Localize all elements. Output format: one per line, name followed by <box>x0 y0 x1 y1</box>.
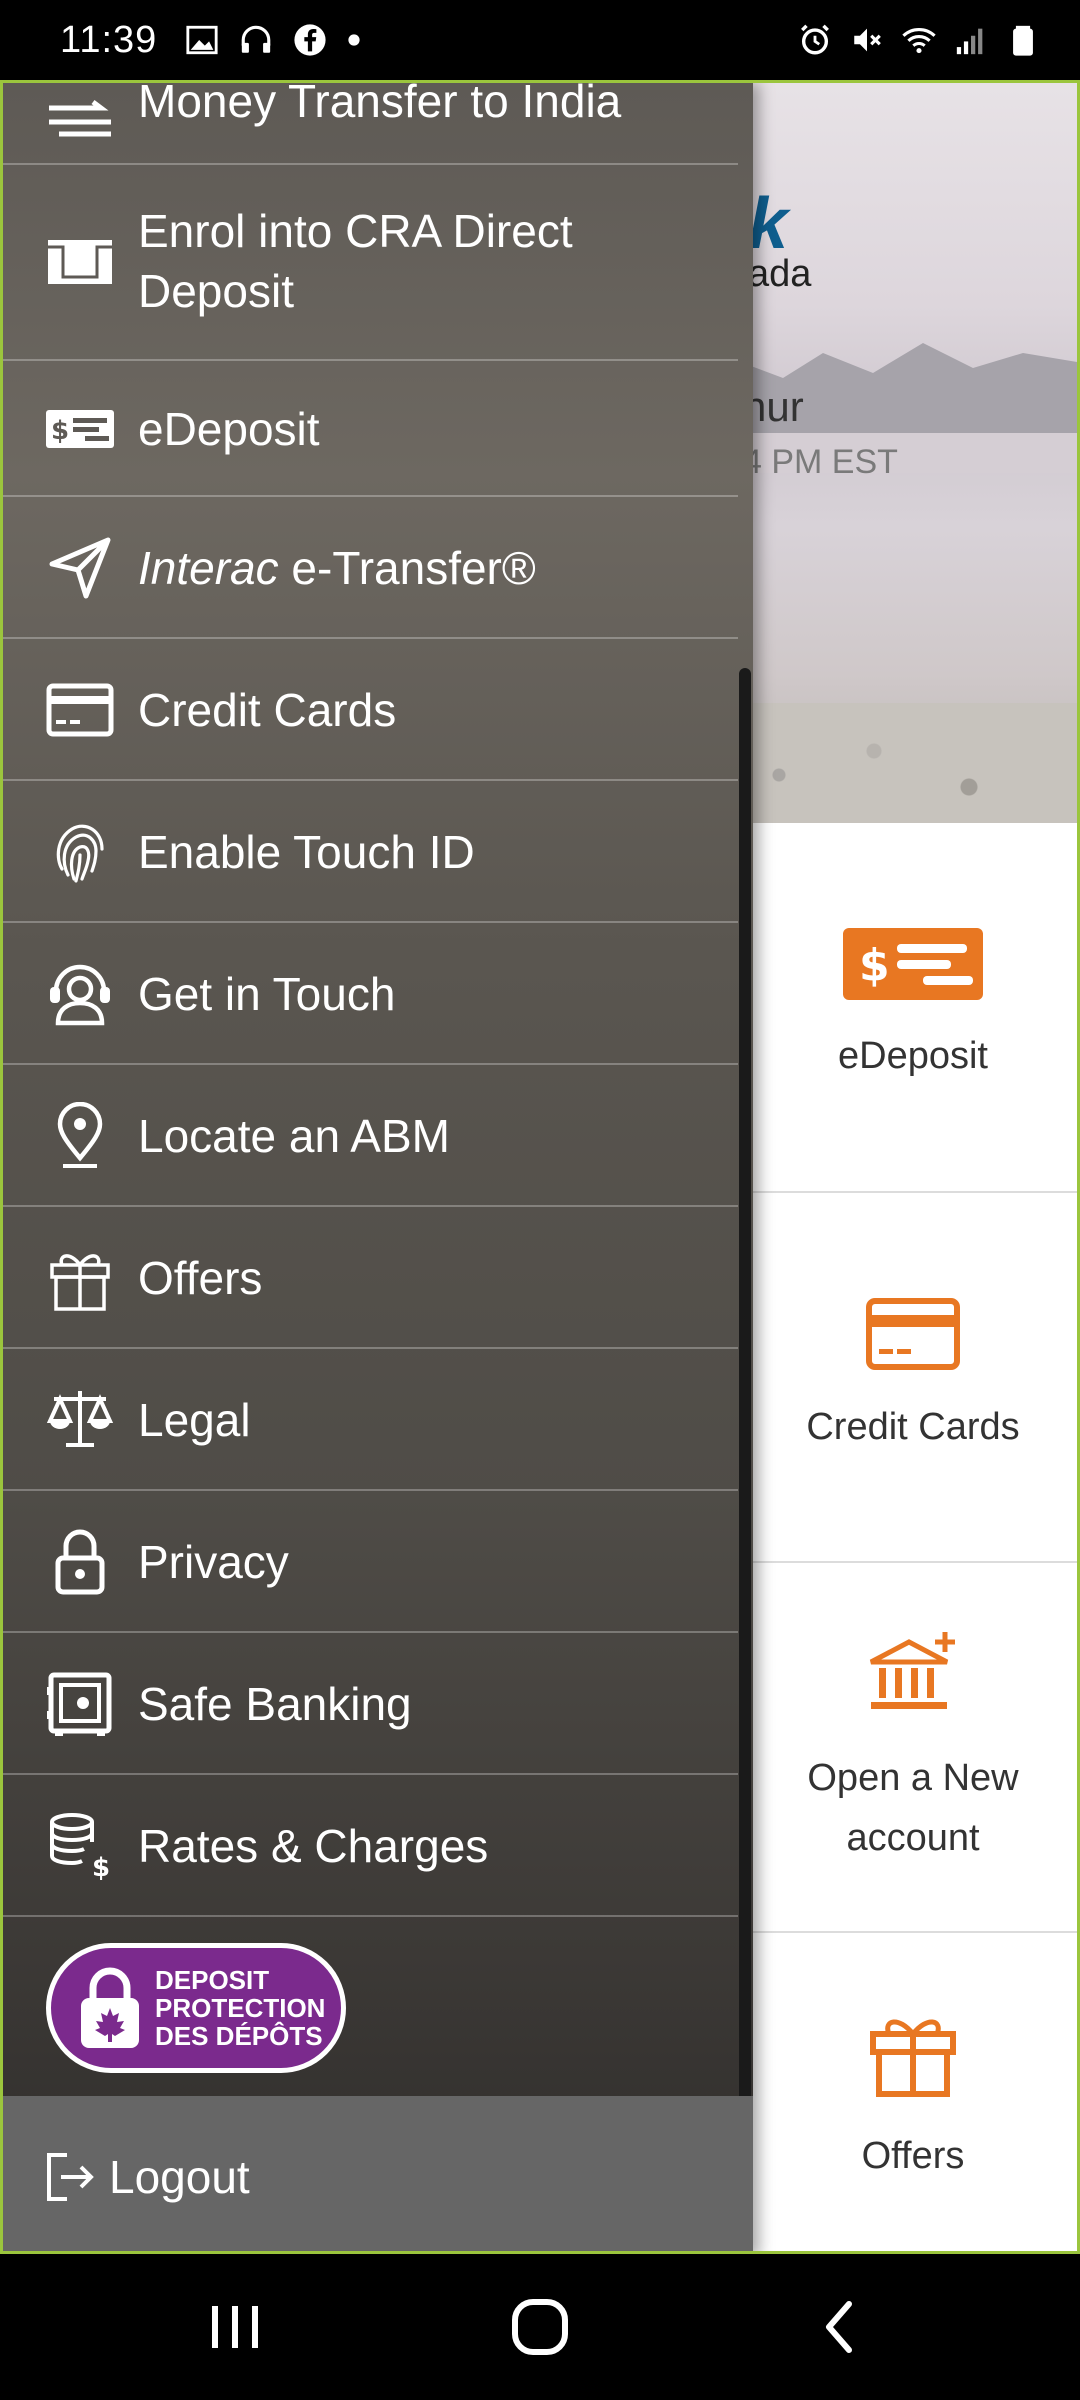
headphones-icon <box>241 25 271 53</box>
menu-item-enable-touch-id[interactable]: Enable Touch ID <box>3 781 738 923</box>
credit-card-icon <box>46 683 114 737</box>
menu-label: eDeposit <box>138 403 320 455</box>
svg-text:$: $ <box>92 1853 110 1880</box>
menu-item-credit-cards[interactable]: Credit Cards <box>3 639 738 781</box>
last-login-time: 4 PM EST <box>743 443 898 481</box>
menu-label: Money Transfer to India <box>138 80 622 127</box>
menu-item-offers[interactable]: Offers <box>3 1207 738 1349</box>
badge-line2: PROTECTION <box>155 1993 326 2023</box>
status-bar: 11:39 <box>0 0 1080 80</box>
tile-label: Offers <box>861 2135 965 2177</box>
menu-label: Safe Banking <box>138 1678 412 1730</box>
pebbles-shore <box>703 703 1077 823</box>
menu-item-legal[interactable]: Legal <box>3 1349 738 1491</box>
logout-label: Logout <box>109 2150 250 2203</box>
menu-label: Offers <box>138 1252 263 1304</box>
tile-label: Credit Cards <box>806 1406 1020 1448</box>
badge-line1: DEPOSIT <box>155 1965 270 1995</box>
signal-icon <box>956 28 983 55</box>
logout-button[interactable]: Logout <box>3 2096 753 2251</box>
tile-label: eDeposit <box>838 1035 988 1077</box>
menu-label: Credit Cards <box>138 684 397 736</box>
drawer-scrollbar[interactable] <box>739 668 751 2180</box>
menu-label: Enrol into CRA Direct Deposit <box>138 205 573 317</box>
menu-item-locate-abm[interactable]: Locate an ABM <box>3 1065 738 1207</box>
facebook-icon <box>294 24 326 56</box>
tile-open-account[interactable]: Open a New account <box>743 1563 1077 1933</box>
gift-icon <box>50 1254 110 1311</box>
menu-item-get-in-touch[interactable]: Get in Touch <box>3 923 738 1065</box>
scales-icon <box>46 1391 114 1447</box>
transfer-arrows-icon <box>49 100 111 137</box>
cheque-icon: $ <box>46 410 114 448</box>
menu-item-edeposit[interactable]: $ eDeposit <box>3 361 738 497</box>
maple-leaf-lock-icon <box>81 1967 139 2048</box>
menu-item-interac-etransfer[interactable]: Interac e-Transfer® <box>3 497 738 639</box>
wifi-icon <box>902 28 936 54</box>
credit-card-icon <box>866 1298 960 1370</box>
badge-line3: DES DÉPÔTS <box>155 2021 323 2051</box>
send-icon <box>49 537 111 599</box>
menu-item-privacy[interactable]: Privacy <box>3 1491 738 1633</box>
safe-icon <box>47 1672 112 1736</box>
menu-label: Rates & Charges <box>138 1820 489 1872</box>
menu-item-rates-charges[interactable]: $ Rates & Charges <box>3 1775 738 1917</box>
etransfer-label: e-Transfer® <box>278 542 536 594</box>
interac-label: Interac <box>138 542 279 594</box>
gift-icon <box>870 2019 956 2097</box>
tile-edeposit[interactable]: $ eDeposit <box>743 823 1077 1193</box>
recent-apps-icon[interactable] <box>200 2292 270 2362</box>
notification-dot-icon <box>348 34 360 46</box>
tile-label: Open a New account <box>807 1757 1019 1859</box>
gallery-icon <box>186 25 218 55</box>
menu-label: Locate an ABM <box>138 1110 450 1162</box>
navigation-drawer: Money Transfer to India Enrol into CRA D… <box>3 80 753 2251</box>
app-frame: k ada nur 4 PM EST $ eDeposit Credit Car… <box>0 80 1080 2254</box>
lock-icon <box>55 1529 105 1595</box>
menu-label: Get in Touch <box>138 968 396 1020</box>
menu-label: Enable Touch ID <box>138 826 475 878</box>
tile-credit-cards[interactable]: Credit Cards <box>743 1193 1077 1563</box>
fingerprint-icon <box>56 824 104 883</box>
svg-text:$: $ <box>859 940 890 991</box>
menu-item-safe-banking[interactable]: Safe Banking <box>3 1633 738 1775</box>
menu-label: Privacy <box>138 1536 289 1588</box>
mute-icon <box>854 28 881 52</box>
battery-icon <box>1013 25 1033 56</box>
home-icon[interactable] <box>505 2292 575 2362</box>
menu-item-cra-direct-deposit[interactable]: Enrol into CRA Direct Deposit <box>3 165 738 361</box>
back-icon[interactable] <box>805 2292 875 2362</box>
system-nav-bar <box>0 2254 1080 2400</box>
bank-plus-icon <box>869 1632 955 1709</box>
status-time: 11:39 <box>60 18 158 61</box>
svg-text:$: $ <box>51 416 69 446</box>
coins-icon: $ <box>50 1813 110 1880</box>
menu-label: Interac e-Transfer® <box>138 538 728 598</box>
tile-offers[interactable]: Offers <box>743 1933 1077 2251</box>
headset-icon <box>50 964 110 1026</box>
menu-label: Legal <box>138 1394 251 1446</box>
edeposit-icon: $ <box>843 928 983 1000</box>
location-pin-icon <box>57 1102 103 1168</box>
menu-item-money-transfer-india[interactable]: Money Transfer to India <box>3 80 738 165</box>
deposit-protection-badge: DEPOSIT PROTECTION DES DÉPÔTS <box>46 1943 346 2073</box>
logout-icon <box>47 2152 94 2201</box>
brand-logo-subtext: ada <box>748 253 812 295</box>
envelope-icon <box>48 240 112 284</box>
alarm-icon <box>801 24 829 55</box>
